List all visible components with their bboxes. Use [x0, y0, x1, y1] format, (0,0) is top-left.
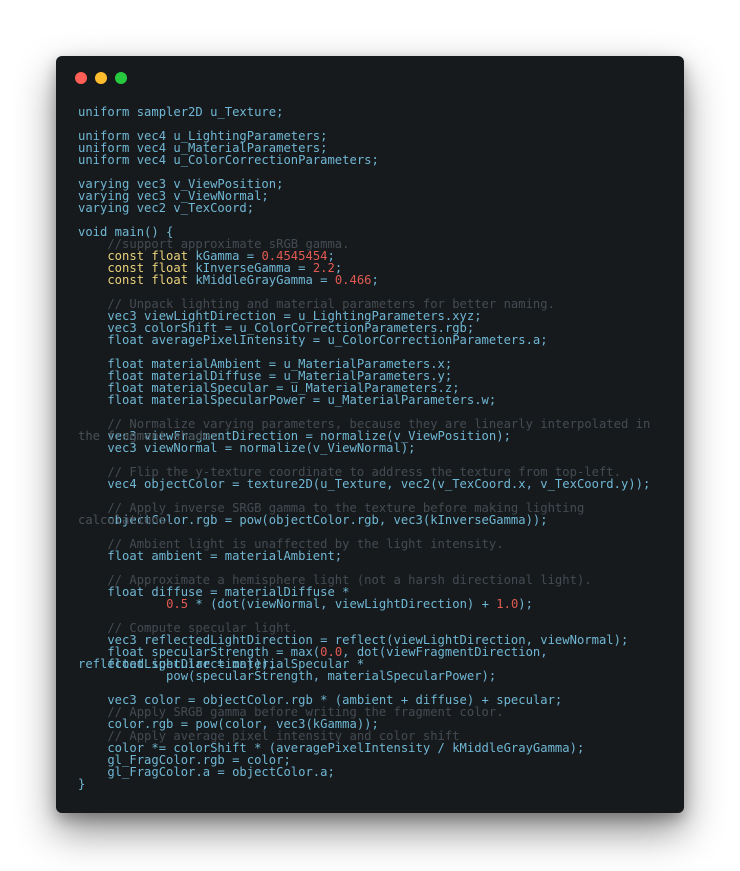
minimize-button[interactable] — [95, 72, 107, 84]
code-line: float materialSpecularPower = u_Material… — [78, 394, 650, 406]
code-token: ; — [371, 273, 379, 287]
code-token: const float — [78, 273, 196, 287]
code-line: objectColor.rgb = pow(objectColor.rgb, v… — [78, 514, 650, 526]
code-token: ); — [518, 597, 533, 611]
code-token: 1.0 — [496, 597, 519, 611]
code-window: uniform sampler2D u_Texture; uniform vec… — [56, 56, 684, 813]
wrapped-text: calculations. — [78, 513, 174, 527]
code-line: vec3 viewNormal = normalize(v_ViewNormal… — [78, 442, 650, 454]
code-token: * (dot(viewNormal, viewLightDirection) + — [188, 597, 497, 611]
code-token: 0.466 — [334, 273, 372, 287]
code-token: , dot(viewFragmentDirection, — [342, 645, 548, 659]
code-line: float ambient = materialAmbient; — [78, 550, 650, 562]
code-token: gl_FragColor.a = objectColor.a; — [78, 765, 335, 779]
code-token: kMiddleGrayGamma = — [195, 273, 335, 287]
maximize-button[interactable] — [115, 72, 127, 84]
code-token: float ambient = materialAmbient; — [78, 549, 343, 563]
code-token: uniform sampler2D u_Texture; — [78, 105, 284, 119]
code-line: vec4 objectColor = texture2D(u_Texture, … — [78, 478, 650, 490]
code-token: varying vec2 v_TexCoord; — [78, 201, 255, 215]
close-button[interactable] — [75, 72, 87, 84]
code-token: float materialSpecularPower = u_Material… — [78, 393, 497, 407]
code-token: } — [78, 777, 86, 791]
code-token: float averagePixelIntensity = u_ColorCor… — [78, 333, 548, 347]
code-line: gl_FragColor.a = objectColor.a; — [78, 766, 650, 778]
code-token: vec3 viewNormal = normalize(v_ViewNormal… — [78, 441, 416, 455]
code-line: pow(specularStrength, materialSpecularPo… — [78, 670, 650, 682]
code-line: 0.5 * (dot(viewNormal, viewLightDirectio… — [78, 598, 650, 610]
code-token: uniform vec4 u_ColorCorrectionParameters… — [78, 153, 379, 167]
code-line: } — [78, 778, 650, 790]
window-controls — [75, 72, 127, 84]
code-line: const float kMiddleGrayGamma = 0.466; — [78, 274, 650, 286]
code-line: uniform sampler2D u_Texture; — [78, 106, 650, 118]
code-token: 0.5 — [166, 597, 189, 611]
code-block: uniform sampler2D u_Texture; uniform vec… — [78, 106, 650, 790]
code-token: pow(specularStrength, materialSpecularPo… — [78, 669, 497, 683]
code-line: uniform vec4 u_ColorCorrectionParameters… — [78, 154, 650, 166]
code-line: float averagePixelIntensity = u_ColorCor… — [78, 334, 650, 346]
code-token: vec4 objectColor = texture2D(u_Texture, … — [78, 477, 651, 491]
code-line: varying vec2 v_TexCoord; — [78, 202, 650, 214]
